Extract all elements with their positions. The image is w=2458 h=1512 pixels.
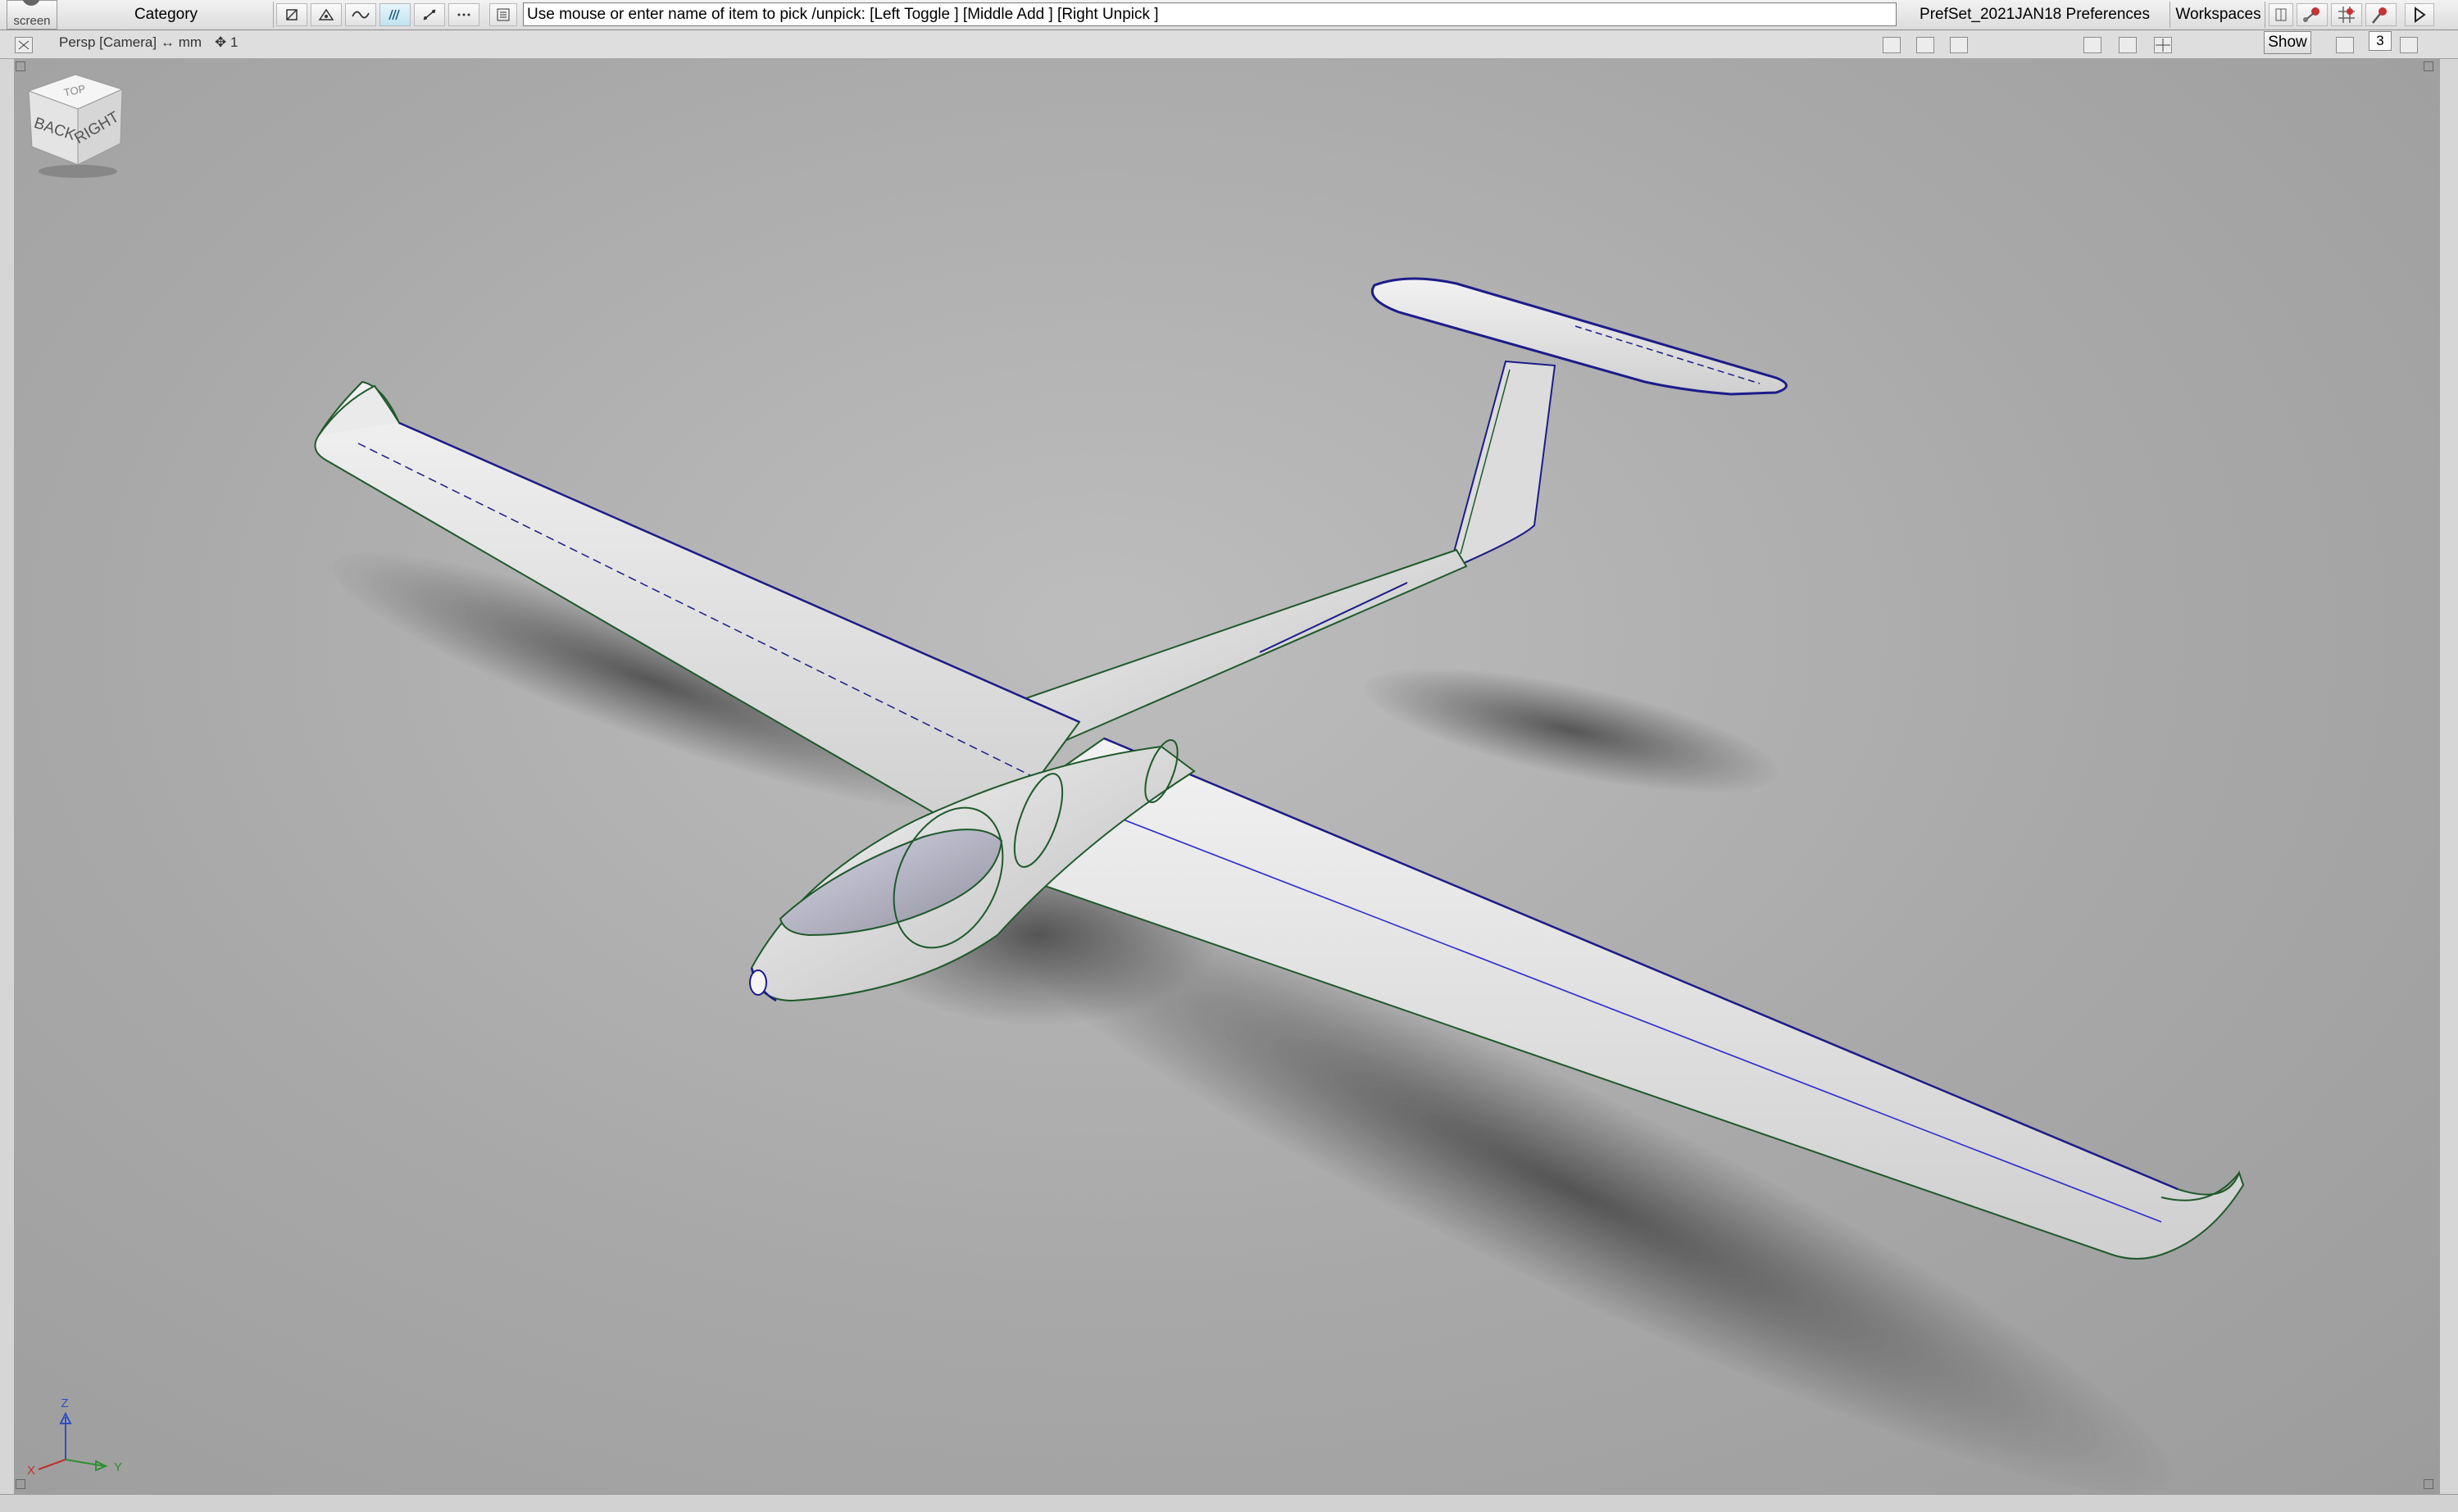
viewport-corner-tr (2424, 61, 2433, 71)
x-axis-line (38, 1459, 66, 1470)
pick-cv-icon (423, 9, 436, 20)
close-window-icon[interactable] (15, 37, 33, 53)
category-label: Category (134, 6, 198, 23)
pick-surface-tool[interactable] (379, 3, 411, 26)
pick-cv-tool[interactable] (414, 3, 445, 26)
list-icon (497, 8, 510, 21)
prompt-line[interactable]: Use mouse or enter name of item to pick … (523, 2, 1897, 26)
pick-component-tool[interactable] (311, 3, 342, 26)
x-axis-label: X (27, 1464, 35, 1478)
main-toolbar: screen Category Use mouse or enter name … (0, 0, 2458, 30)
workspace-toggle-button[interactable] (2269, 3, 2293, 26)
camera-tool-3[interactable] (1950, 37, 1968, 53)
shelf-tool-1[interactable] (2297, 3, 2328, 26)
workspaces-label: Workspaces (2175, 6, 2261, 23)
category-dropdown[interactable]: Category (59, 2, 274, 28)
screen-knob-icon (22, 0, 40, 6)
glider-model[interactable] (14, 58, 2440, 1494)
maximize-icon[interactable] (2400, 37, 2418, 53)
shelf-tool-2[interactable] (2331, 3, 2362, 26)
prompt-history-button[interactable] (489, 3, 517, 26)
viewport-titlebar: Persp [Camera] ↔ mm ✥ 1 (0, 30, 2458, 59)
quad-view-icon[interactable] (2154, 37, 2172, 53)
shelf-tool-3[interactable] (2365, 3, 2397, 26)
pick-curve-tool[interactable] (345, 3, 376, 26)
pick-more-tool[interactable] (448, 3, 479, 26)
ellipsis-icon (457, 13, 470, 16)
units-label: ↔ mm (161, 34, 202, 50)
show-label: Show (2268, 34, 2307, 51)
expand-shelf-button[interactable] (2405, 3, 2434, 26)
camera-tool-2[interactable] (1916, 37, 1934, 53)
pick-curve-icon (352, 11, 370, 19)
prefset-menu[interactable]: PrefSet_2021JAN18 Preferences (1900, 2, 2170, 28)
play-arrow-icon (2415, 7, 2426, 23)
layout-number-field[interactable]: 3 (2369, 31, 2392, 51)
screen-button-label: screen (13, 14, 51, 28)
z-axis-label: Z (61, 1396, 68, 1410)
show-button[interactable]: Show (2264, 31, 2311, 54)
frame-view-icon[interactable] (2119, 37, 2137, 53)
viewport-corner-br (2424, 1479, 2433, 1489)
perspective-viewport[interactable]: TOP BACK RIGHT Z Y X (14, 58, 2440, 1494)
grid-snap-icon (2338, 7, 2355, 23)
camera-label: Persp [Camera] (59, 34, 157, 50)
ground-shadow (329, 552, 2177, 1494)
layout-number: 3 (2376, 33, 2384, 48)
pick-object-icon (286, 9, 298, 20)
workspaces-menu[interactable]: Workspaces (2172, 2, 2265, 28)
magnet-snap-icon (2303, 7, 2319, 22)
single-view-icon[interactable] (2083, 37, 2101, 53)
camera-tool-1[interactable] (1883, 37, 1901, 53)
axis-triad: Z Y X (27, 1396, 122, 1478)
grid-size-label: ✥ 1 (215, 34, 239, 50)
window-icon[interactable] (2336, 37, 2354, 53)
pick-surface-icon (388, 9, 400, 20)
status-bar (0, 1494, 2458, 1512)
pick-object-tool[interactable] (276, 3, 307, 26)
pick-component-icon (318, 8, 334, 20)
prefset-label: PrefSet_2021JAN18 Preferences (1920, 6, 2150, 23)
view-cube[interactable]: TOP BACK RIGHT (14, 58, 137, 181)
viewport-corner-tl (16, 61, 25, 71)
y-axis-label: Y (114, 1460, 122, 1474)
panel-icon (2275, 8, 2287, 21)
viewport-corner-bl (16, 1479, 25, 1489)
screen-button[interactable]: screen (7, 0, 57, 30)
pin-icon (2372, 7, 2387, 24)
